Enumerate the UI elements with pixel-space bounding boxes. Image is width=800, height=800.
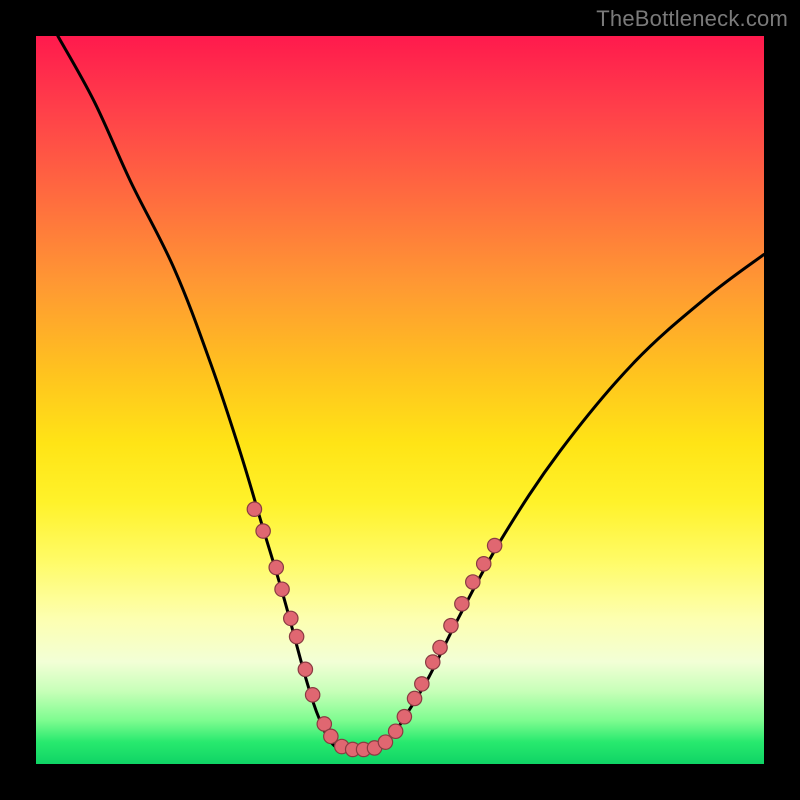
curve-marker [455,597,469,611]
chart-frame: TheBottleneck.com [0,0,800,800]
plot-area [36,36,764,764]
curve-marker [378,735,392,749]
curve-marker [466,575,480,589]
curve-marker [487,538,501,552]
curve-marker [256,524,270,538]
curve-marker [305,688,319,702]
curve-marker [397,709,411,723]
curve-marker [284,611,298,625]
marker-group [247,502,502,757]
curve-marker [444,618,458,632]
curve-marker [289,629,303,643]
curve-marker [477,557,491,571]
curve-marker [247,502,261,516]
curve-marker [298,662,312,676]
chart-svg [36,36,764,764]
bottleneck-curve-line [58,36,764,751]
watermark-text: TheBottleneck.com [596,6,788,32]
curve-marker [426,655,440,669]
curve-marker [275,582,289,596]
curve-marker [415,677,429,691]
curve-marker [324,729,338,743]
curve-marker [269,560,283,574]
curve-marker [388,724,402,738]
curve-marker [433,640,447,654]
curve-marker [407,691,421,705]
